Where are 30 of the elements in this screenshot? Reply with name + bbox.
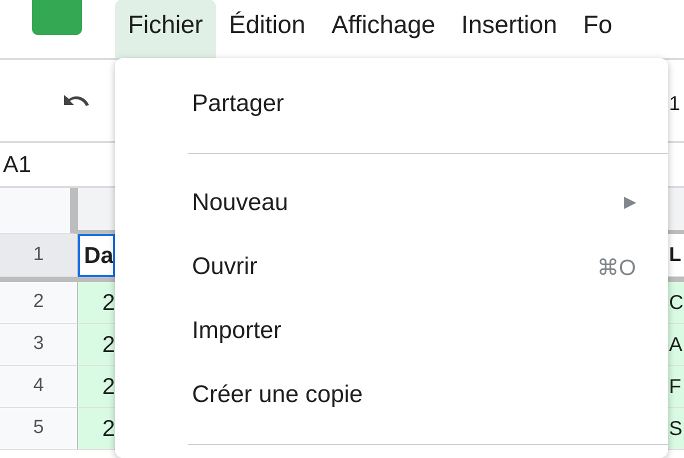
row-number[interactable]: 3 [0,324,78,366]
menu-item[interactable]: Ouvrir ⌘O [115,235,668,299]
row-number[interactable]: 1 [0,234,78,277]
app-logo[interactable] [32,0,82,35]
menu-item[interactable]: Fo [570,0,626,58]
menu-item[interactable]: Insertion [448,0,570,58]
name-box[interactable]: A1 [3,147,32,182]
table-cell: 2 [78,282,115,324]
menu-item[interactable]: Affichage [318,0,448,58]
menu-item[interactable]: Nouveau ▶ [115,171,668,235]
menu-item[interactable]: Créer une copie [115,363,668,427]
table-cell: A [668,324,684,366]
row-number[interactable]: 5 [0,408,78,450]
row-number[interactable]: 2 [0,282,78,324]
toolbar-text: 1 [669,92,680,117]
menu-item[interactable]: Partager [115,72,668,136]
menu-item[interactable]: Fichier [115,0,216,58]
table-cell: F [668,366,684,408]
table-cell: S [668,408,684,450]
shortcut-text: ⌘O [596,254,636,282]
submenu-arrow-icon: ▶ [624,191,636,215]
menu-item[interactable]: Importer [115,299,668,363]
corner-cell[interactable] [0,188,78,234]
table-cell: Da [78,234,115,277]
row-number[interactable]: 4 [0,366,78,408]
menu-item[interactable]: Édition [216,0,318,58]
table-cell: C [668,282,684,324]
table-cell: 2 [78,366,115,408]
table-cell: 2 [78,408,115,450]
table-cell: 2 [78,324,115,366]
